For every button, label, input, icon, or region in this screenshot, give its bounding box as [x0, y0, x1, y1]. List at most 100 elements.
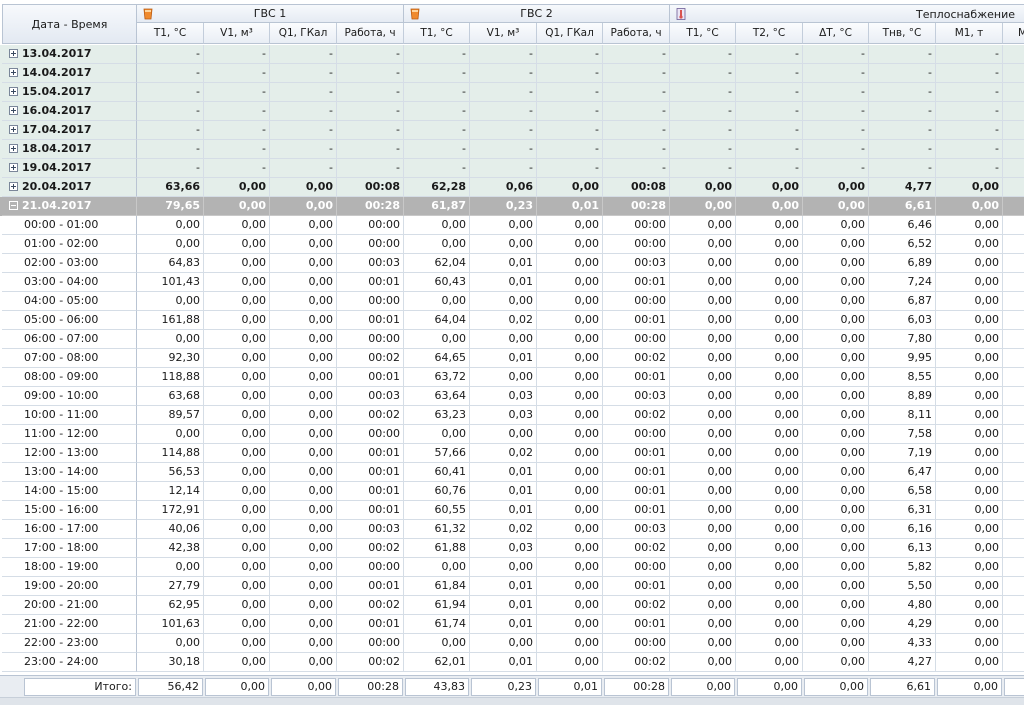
table-row-hour[interactable]: 05:00 - 06:00 161,88 0,00 0,00 00:01 64,04 0,0… — [0, 311, 1024, 330]
table-row-hour[interactable]: 03:00 - 04:00 101,43 0,00 0,00 00:01 60,43 0,0… — [0, 273, 1024, 292]
row-time-label: 07:00 - 08:00 — [2, 349, 137, 368]
column-header[interactable]: V1, м³ — [470, 23, 537, 44]
table-row-hour[interactable]: 18:00 - 19:00 0,00 0,00 0,00 00:00 0,00 0,00 0,… — [0, 558, 1024, 577]
row-time-label: 12:00 - 13:00 — [2, 444, 137, 463]
column-group-header-0[interactable]: ГВС 1 — [137, 4, 404, 23]
table-cell: 0,00 — [670, 292, 736, 311]
table-cell: - — [537, 140, 603, 159]
table-cell: 60,76 — [404, 482, 470, 501]
table-cell: 0,00 — [470, 235, 537, 254]
table-row-hour[interactable]: 12:00 - 13:00 114,88 0,00 0,00 00:01 57,66 0,0… — [0, 444, 1024, 463]
expand-plus-icon[interactable] — [9, 68, 18, 77]
table-cell: 7,24 — [869, 273, 936, 292]
table-row-date[interactable]: 19.04.2017- - - - - - - - - - - - - — [0, 159, 1024, 178]
table-cell: 0,00 — [736, 520, 803, 539]
table-cell: 0,00 — [736, 634, 803, 653]
column-header[interactable]: Q1, ГКал — [537, 23, 603, 44]
table-cell: - — [936, 83, 1003, 102]
expand-plus-icon[interactable] — [9, 49, 18, 58]
table-cell: 0,00 — [936, 615, 1003, 634]
table-row-hour[interactable]: 17:00 - 18:00 42,38 0,00 0,00 00:02 61,88 0,03… — [0, 539, 1024, 558]
table-row-hour[interactable]: 20:00 - 21:00 62,95 0,00 0,00 00:02 61,94 0,01… — [0, 596, 1024, 615]
column-header[interactable]: T1, °C — [137, 23, 204, 44]
row-time-label: 00:00 - 01:00 — [2, 216, 137, 235]
table-row-hour[interactable]: 14:00 - 15:00 12,14 0,00 0,00 00:01 60,76 0,01… — [0, 482, 1024, 501]
table-row-hour[interactable]: 23:00 - 24:00 30,18 0,00 0,00 00:02 62,01 0,01… — [0, 653, 1024, 672]
column-header[interactable]: V1, м³ — [204, 23, 270, 44]
table-cell: 0,06 — [470, 178, 537, 197]
table-row-selected[interactable]: 21.04.2017 79,65 0,00 0,00 00:28 61,87 0,23 0,0… — [0, 197, 1024, 216]
table-row-hour[interactable]: 08:00 - 09:00 118,88 0,00 0,00 00:01 63,72 0,0… — [0, 368, 1024, 387]
table-cell: 0,00 — [537, 577, 603, 596]
table-row-hour[interactable]: 02:00 - 03:00 64,83 0,00 0,00 00:03 62,04 0,01… — [0, 254, 1024, 273]
table-row-hour[interactable]: 11:00 - 12:00 0,00 0,00 0,00 00:00 0,00 0,00 0,… — [0, 425, 1024, 444]
table-cell — [1003, 140, 1024, 159]
table-row-hour[interactable]: 13:00 - 14:00 56,53 0,00 0,00 00:01 60,41 0,01… — [0, 463, 1024, 482]
collapse-minus-icon[interactable] — [9, 201, 18, 210]
totals-cell: 00:28 — [604, 678, 669, 696]
expand-plus-icon[interactable] — [9, 144, 18, 153]
column-header-label: Работа, ч — [610, 27, 662, 39]
table-cell: 00:00 — [337, 330, 404, 349]
table-cell: 0,00 — [270, 463, 337, 482]
table-row-hour[interactable]: 06:00 - 07:00 0,00 0,00 0,00 00:00 0,00 0,00 0,… — [0, 330, 1024, 349]
table-cell: 64,65 — [404, 349, 470, 368]
table-row-date[interactable]: 14.04.2017- - - - - - - - - - - - - — [0, 64, 1024, 83]
table-row-hour[interactable]: 00:00 - 01:00 0,00 0,00 0,00 00:00 0,00 0,00 0,… — [0, 216, 1024, 235]
table-cell: - — [404, 45, 470, 64]
table-row-hour[interactable]: 15:00 - 16:00 172,91 0,00 0,00 00:01 60,55 0,0… — [0, 501, 1024, 520]
table-cell: 5,50 — [869, 577, 936, 596]
column-header[interactable]: M — [1003, 23, 1024, 44]
table-row-hour[interactable]: 09:00 - 10:00 63,68 0,00 0,00 00:03 63,64 0,03… — [0, 387, 1024, 406]
table-cell: - — [736, 83, 803, 102]
table-row-date[interactable]: 17.04.2017- - - - - - - - - - - - - — [0, 121, 1024, 140]
column-header[interactable]: Работа, ч — [337, 23, 404, 44]
expand-plus-icon[interactable] — [9, 163, 18, 172]
table-row-hour[interactable]: 07:00 - 08:00 92,30 0,00 0,00 00:02 64,65 0,01… — [0, 349, 1024, 368]
table-cell — [1003, 463, 1024, 482]
column-group-header-1[interactable]: ГВС 2 — [404, 4, 670, 23]
column-header-datetime[interactable]: Дата - Время — [2, 4, 137, 44]
table-cell: 0,00 — [270, 634, 337, 653]
column-header[interactable]: ΔT, °C — [803, 23, 869, 44]
column-header[interactable]: M1, т — [936, 23, 1003, 44]
table-row-hour[interactable]: 19:00 - 20:00 27,79 0,00 0,00 00:01 61,84 0,01… — [0, 577, 1024, 596]
column-header[interactable]: T2, °C — [736, 23, 803, 44]
table-cell: 0,00 — [736, 311, 803, 330]
table-cell: - — [337, 102, 404, 121]
table-row-date[interactable]: 20.04.2017 63,66 0,00 0,00 00:08 62,28 0,06 0,0… — [0, 178, 1024, 197]
table-row-hour[interactable]: 04:00 - 05:00 0,00 0,00 0,00 00:00 0,00 0,00 0,… — [0, 292, 1024, 311]
row-date-label: 16.04.2017 — [2, 102, 137, 121]
table-cell: 00:01 — [603, 463, 670, 482]
expand-plus-icon[interactable] — [9, 125, 18, 134]
table-cell — [1003, 159, 1024, 178]
table-cell: 00:00 — [603, 558, 670, 577]
expand-plus-icon[interactable] — [9, 106, 18, 115]
table-row-hour[interactable]: 16:00 - 17:00 40,06 0,00 0,00 00:03 61,32 0,02… — [0, 520, 1024, 539]
table-row-hour[interactable]: 01:00 - 02:00 0,00 0,00 0,00 00:00 0,00 0,00 0,… — [0, 235, 1024, 254]
table-cell: - — [803, 64, 869, 83]
table-cell: 0,00 — [537, 311, 603, 330]
horizontal-scrollbar[interactable] — [0, 697, 1024, 705]
table-cell: 0,00 — [537, 482, 603, 501]
table-row-date[interactable]: 16.04.2017- - - - - - - - - - - - - — [0, 102, 1024, 121]
expand-plus-icon[interactable] — [9, 182, 18, 191]
table-cell: - — [803, 45, 869, 64]
table-row-date[interactable]: 18.04.2017- - - - - - - - - - - - - — [0, 140, 1024, 159]
table-cell: - — [670, 121, 736, 140]
table-cell: 0,00 — [537, 501, 603, 520]
table-cell: 0,03 — [470, 406, 537, 425]
expand-plus-icon[interactable] — [9, 87, 18, 96]
table-row-date[interactable]: 13.04.2017- - - - - - - - - - - - - — [0, 45, 1024, 64]
column-header[interactable]: Работа, ч — [603, 23, 670, 44]
table-row-hour[interactable]: 21:00 - 22:00 101,63 0,00 0,00 00:01 61,74 0,0… — [0, 615, 1024, 634]
column-group-header-2[interactable]: Теплоснабжение — [670, 4, 1024, 23]
table-row-hour[interactable]: 22:00 - 23:00 0,00 0,00 0,00 00:00 0,00 0,00 0,… — [0, 634, 1024, 653]
column-header[interactable]: Q1, ГКал — [270, 23, 337, 44]
table-row-hour[interactable]: 10:00 - 11:00 89,57 0,00 0,00 00:02 63,23 0,03… — [0, 406, 1024, 425]
column-header[interactable]: T1, °C — [670, 23, 736, 44]
table-cell — [1003, 254, 1024, 273]
table-row-date[interactable]: 15.04.2017- - - - - - - - - - - - - — [0, 83, 1024, 102]
column-header[interactable]: Tнв, °C — [869, 23, 936, 44]
column-header[interactable]: T1, °C — [404, 23, 470, 44]
